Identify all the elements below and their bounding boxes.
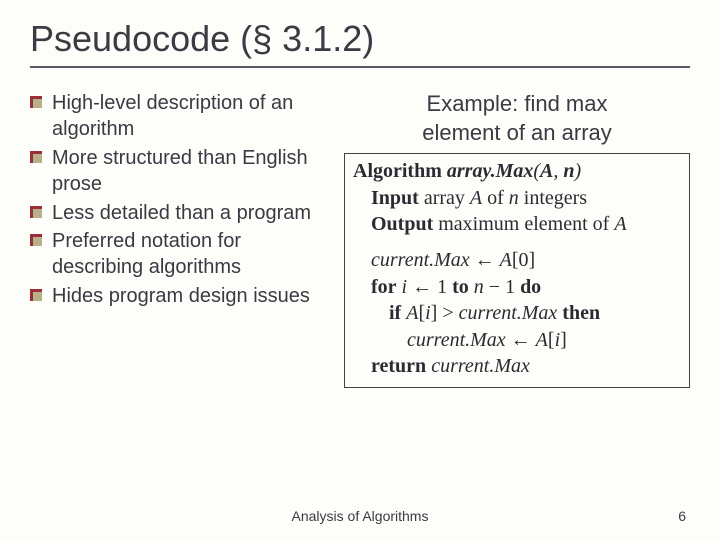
footer-text: Analysis of Algorithms [0, 508, 720, 524]
algorithm-box: Algorithm array.Max(A, n) Input array A … [344, 153, 690, 388]
algo-text: [0] [512, 249, 535, 271]
algo-output: Output maximum element of A [353, 211, 681, 237]
algo-blank [353, 237, 681, 247]
slide: Pseudocode (§ 3.1.2) High-level descript… [0, 0, 720, 540]
algo-keyword: to [452, 276, 469, 298]
algo-var: current.Max [371, 249, 470, 271]
caption-line: element of an array [422, 120, 612, 145]
list-item: High-level description of an algorithm [30, 90, 330, 143]
algo-keyword: Algorithm [353, 160, 442, 182]
assign-icon: ← [506, 329, 536, 351]
square-bullet-icon [30, 234, 42, 246]
square-bullet-icon [30, 289, 42, 301]
algo-text: [ [548, 329, 555, 351]
algo-paren: ) [575, 160, 582, 182]
square-bullet-icon [30, 151, 42, 163]
algo-num: 1 [437, 276, 447, 298]
algo-var: A [470, 187, 482, 209]
page-number: 6 [678, 508, 686, 524]
algo-keyword: return [371, 355, 426, 377]
bullet-text: More structured than English prose [52, 147, 308, 195]
algo-name: array.Max [447, 160, 533, 182]
example-caption: Example: find max element of an array [344, 90, 690, 147]
right-column: Example: find max element of an array Al… [344, 90, 690, 388]
title-area: Pseudocode (§ 3.1.2) [30, 18, 690, 68]
algo-keyword: Input [371, 187, 419, 209]
algo-line: if A[i] > current.Max then [353, 300, 681, 326]
left-column: High-level description of an algorithm M… [30, 90, 330, 311]
algo-keyword: do [520, 276, 541, 298]
algo-var: A [536, 329, 548, 351]
slide-title: Pseudocode (§ 3.1.2) [30, 18, 690, 60]
assign-icon: ← [470, 249, 500, 271]
list-item: Less detailed than a program [30, 200, 330, 226]
algo-keyword: Output [371, 213, 433, 235]
square-bullet-icon [30, 96, 42, 108]
algo-text: maximum element of [433, 213, 614, 235]
algo-var: A [406, 302, 418, 324]
algo-op: − [484, 276, 505, 298]
bullet-text: Preferred notation for describing algori… [52, 230, 241, 278]
caption-line: Example: find max [427, 91, 608, 116]
bullet-text: Less detailed than a program [52, 202, 311, 224]
algo-var: A [614, 213, 626, 235]
list-item: Hides program design issues [30, 283, 330, 309]
bullet-list: High-level description of an algorithm M… [30, 90, 330, 309]
algo-text: array [419, 187, 470, 209]
algo-keyword: for [371, 276, 397, 298]
algo-var: current.Max [459, 302, 558, 324]
bullet-text: Hides program design issues [52, 285, 310, 307]
algo-text: of [482, 187, 509, 209]
algo-var: n [509, 187, 519, 209]
algo-op: > [437, 302, 458, 324]
body-row: High-level description of an algorithm M… [30, 90, 690, 388]
square-bullet-icon [30, 206, 42, 218]
algo-text: ] [560, 329, 567, 351]
algo-line: current.Max ← A[i] [353, 327, 681, 353]
algo-line: for i ← 1 to n − 1 do [353, 274, 681, 300]
algo-var: current.Max [431, 355, 530, 377]
algo-keyword: then [562, 302, 600, 324]
algo-line: current.Max ← A[0] [353, 247, 681, 273]
algo-var: current.Max [407, 329, 506, 351]
algo-var: A [500, 249, 512, 271]
algo-keyword: if [389, 302, 401, 324]
algo-arg: A [540, 160, 553, 182]
algo-header: Algorithm array.Max(A, n) [353, 158, 681, 184]
footer-label: Analysis of Algorithms [292, 508, 429, 524]
list-item: More structured than English prose [30, 145, 330, 198]
list-item: Preferred notation for describing algori… [30, 228, 330, 281]
bullet-text: High-level description of an algorithm [52, 92, 293, 140]
algo-num: 1 [505, 276, 515, 298]
algo-input: Input array A of n integers [353, 185, 681, 211]
algo-text: integers [519, 187, 587, 209]
algo-comma: , [553, 160, 563, 182]
algo-arg: n [563, 160, 574, 182]
algo-line: return current.Max [353, 353, 681, 379]
algo-var: n [474, 276, 484, 298]
assign-icon: ← [407, 276, 437, 298]
